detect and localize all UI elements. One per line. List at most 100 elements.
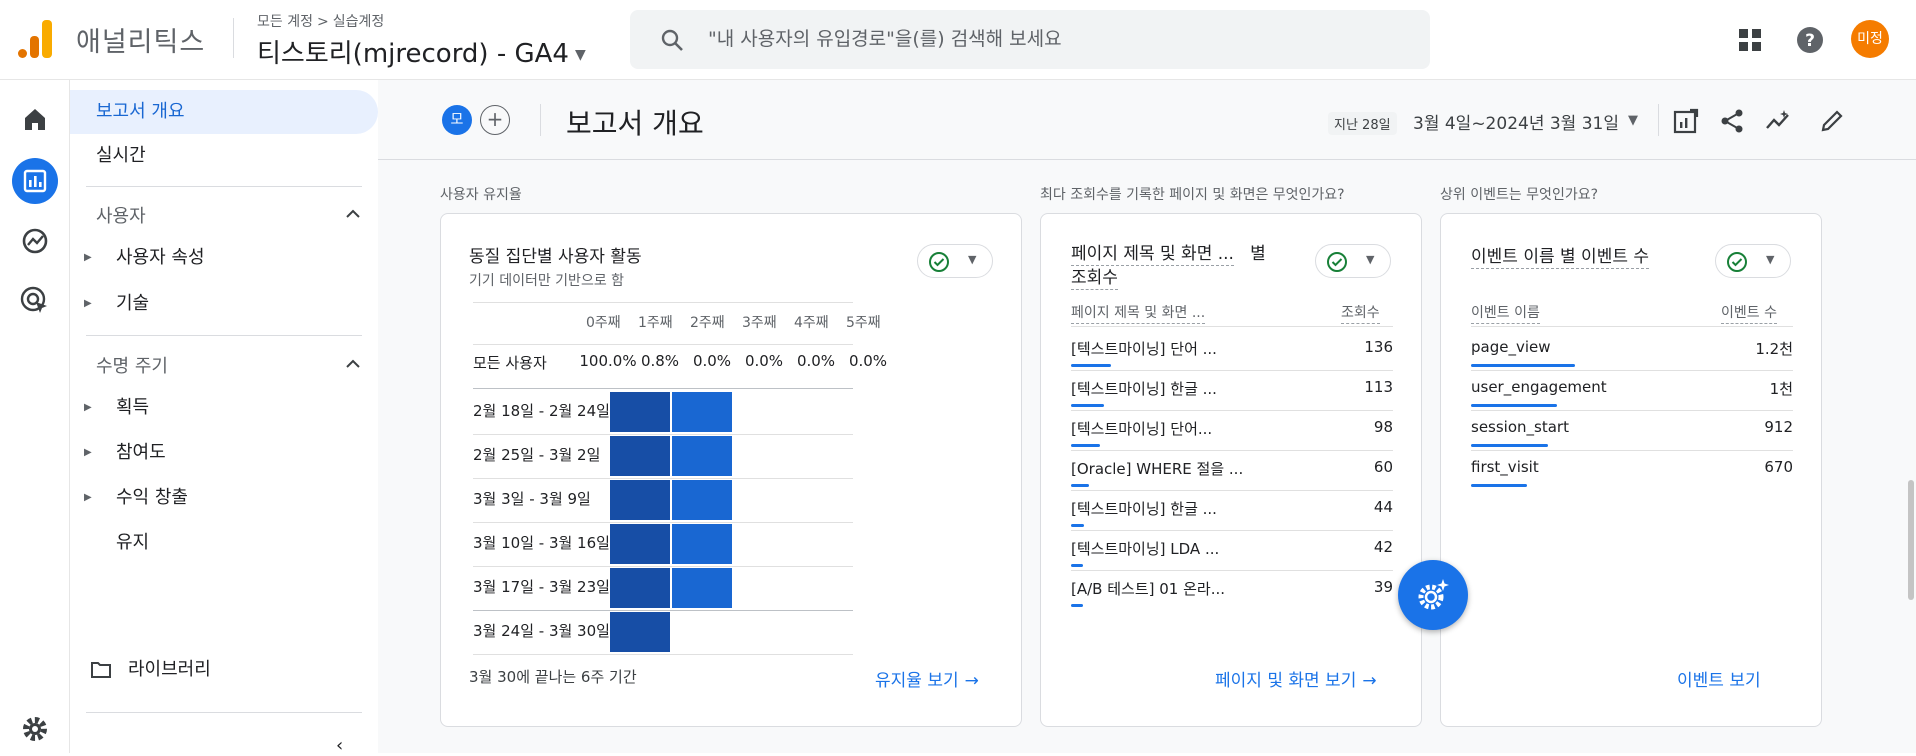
sidebar-item-user-attributes[interactable]: ▶ 사용자 속성 <box>70 238 378 278</box>
row-value-bar <box>1471 444 1548 447</box>
avatar[interactable]: 미정 <box>1851 20 1889 58</box>
row-value: 42 <box>1373 538 1393 556</box>
cohort-cell-week1[interactable] <box>672 392 732 432</box>
view-events-link[interactable]: 이벤트 보기 <box>1677 666 1761 691</box>
view-retention-link[interactable]: 유지율 보기 → <box>875 666 979 691</box>
item-label: 사용자 속성 <box>116 247 205 268</box>
row-value: 44 <box>1373 498 1393 516</box>
item-label: 라이브러리 <box>128 659 211 680</box>
home-icon[interactable] <box>16 100 54 138</box>
scrollbar[interactable] <box>1908 480 1914 600</box>
settings-gear-icon[interactable] <box>16 710 54 748</box>
divider <box>1471 410 1793 411</box>
edit-pencil-icon[interactable] <box>1818 107 1846 135</box>
row-name[interactable]: [텍스트마이닝] 한글 ... <box>1071 378 1217 399</box>
check-circle-icon <box>1727 252 1747 272</box>
customize-report-icon[interactable] <box>1672 107 1700 135</box>
breadcrumb-root[interactable]: 모든 계정 <box>257 14 313 30</box>
sidebar-section-user[interactable]: 사용자 <box>96 202 360 228</box>
row-name[interactable]: [텍스트마이닝] 단어 ... <box>1071 338 1217 359</box>
data-quality-status[interactable]: ▼ <box>1715 244 1791 278</box>
insights-icon[interactable] <box>1764 107 1792 135</box>
sidebar-item-engagement[interactable]: ▶ 참여도 <box>70 433 378 473</box>
column-header-page[interactable]: 페이지 제목 및 화면 ... <box>1071 302 1206 324</box>
card-title[interactable]: 이벤트 이름 별 이벤트 수 <box>1471 242 1650 269</box>
arrow-right-icon: → <box>1362 671 1377 691</box>
cohort-cell-week0[interactable] <box>610 392 670 432</box>
view-pages-link[interactable]: 페이지 및 화면 보기 → <box>1215 666 1377 691</box>
cohort-cell-week0[interactable] <box>610 436 670 476</box>
search-bar[interactable] <box>630 10 1430 69</box>
cohort-cell-week0[interactable] <box>610 480 670 520</box>
search-input[interactable] <box>708 26 1388 52</box>
share-icon[interactable] <box>1718 107 1746 135</box>
cohort-column-header: 1주째 <box>638 315 673 331</box>
data-quality-status[interactable]: ▼ <box>917 244 993 278</box>
title-dimension[interactable]: 페이지 제목 및 화면 ... <box>1071 244 1234 266</box>
row-value-bar <box>1071 444 1100 447</box>
explore-icon[interactable] <box>16 222 54 260</box>
add-comparison-button[interactable]: + <box>480 105 510 135</box>
all-users-value: 0.8% <box>640 352 680 370</box>
cohort-column-header: 2주째 <box>690 315 725 331</box>
row-value: 39 <box>1373 578 1393 596</box>
row-name[interactable]: [Oracle] WHERE 절을 ... <box>1071 458 1243 479</box>
chevron-down-icon[interactable]: ▼ <box>1628 113 1638 128</box>
title-metric[interactable]: 조회수 <box>1071 268 1118 290</box>
cohort-column-header: 5주째 <box>846 315 881 331</box>
cohort-cell-week1[interactable] <box>672 436 732 476</box>
row-name[interactable]: user_engagement <box>1471 378 1607 396</box>
row-name[interactable]: [텍스트마이닝] LDA ... <box>1071 538 1219 559</box>
sidebar-item-reports-overview[interactable]: 보고서 개요 <box>70 90 378 134</box>
sidebar-section-lifecycle[interactable]: 수명 주기 <box>96 352 360 378</box>
cohort-column-header: 4주째 <box>794 315 829 331</box>
column-header-views[interactable]: 조회수 <box>1341 302 1380 324</box>
chevron-down-icon: ▼ <box>1766 253 1775 266</box>
insights-assistant-button[interactable] <box>1398 560 1468 630</box>
advertising-icon[interactable] <box>16 282 54 320</box>
row-name[interactable]: [텍스트마이닝] 한글 ... <box>1071 498 1217 519</box>
property-selector[interactable]: 티스토리(mjrecord) - GA4 ▼ <box>257 33 586 70</box>
link-label: 이벤트 보기 <box>1677 671 1761 691</box>
sidebar-item-retention[interactable]: 유지 <box>70 523 378 563</box>
row-name[interactable]: [텍스트마이닝] 단어... <box>1071 418 1212 439</box>
expand-triangle-icon: ▶ <box>84 298 92 309</box>
date-preset-badge[interactable]: 지난 28일 <box>1328 112 1397 135</box>
reports-nav[interactable] <box>12 158 58 204</box>
row-name[interactable]: page_view <box>1471 338 1551 356</box>
help-icon[interactable]: ? <box>1795 25 1825 55</box>
row-value: 98 <box>1373 418 1393 436</box>
cohort-cell-week1[interactable] <box>672 524 732 564</box>
row-value-bar <box>1471 364 1575 367</box>
sidebar-item-library[interactable]: 라이브러리 <box>70 650 378 690</box>
item-label: 기술 <box>116 293 150 314</box>
row-value: 670 <box>1764 458 1793 476</box>
cohort-cell-week0[interactable] <box>610 568 670 608</box>
breadcrumb-child[interactable]: 실습계정 <box>333 14 385 30</box>
sidebar-item-tech[interactable]: ▶ 기술 <box>70 284 378 324</box>
cohort-cell-week1[interactable] <box>672 568 732 608</box>
comparison-chip[interactable]: 모 <box>442 105 472 135</box>
data-quality-status[interactable]: ▼ <box>1315 244 1391 278</box>
row-name[interactable]: first_visit <box>1471 458 1539 476</box>
cohort-row-label: 2월 25일 - 3월 2일 <box>473 446 601 464</box>
apps-grid-icon[interactable] <box>1735 25 1765 55</box>
row-name[interactable]: [A/B 테스트] 01 온라... <box>1071 578 1225 599</box>
cohort-cell-week0[interactable] <box>610 612 670 652</box>
row-name[interactable]: session_start <box>1471 418 1569 436</box>
divider <box>1071 370 1393 371</box>
retention-card: 동질 집단별 사용자 활동 기기 데이터만 기반으로 함 ▼ 0주째 1주째 2주째… <box>440 213 1022 727</box>
divider <box>473 344 853 345</box>
cohort-cell-week1[interactable] <box>672 480 732 520</box>
analytics-logo[interactable] <box>18 20 54 58</box>
row-value: 912 <box>1764 418 1793 436</box>
cohort-cell-week0[interactable] <box>610 524 670 564</box>
sidebar-item-realtime[interactable]: 실시간 <box>70 134 378 178</box>
divider <box>473 522 853 523</box>
sidebar-item-monetization[interactable]: ▶ 수익 창출 <box>70 478 378 518</box>
breadcrumb[interactable]: 모든 계정 > 실습계정 <box>257 11 384 31</box>
column-header-event-name[interactable]: 이벤트 이름 <box>1471 302 1540 324</box>
column-header-event-count[interactable]: 이벤트 수 <box>1721 302 1777 324</box>
date-range-picker[interactable]: 3월 4일~2024년 3월 31일 <box>1413 109 1619 134</box>
sidebar-item-acquisition[interactable]: ▶ 획득 <box>70 388 378 428</box>
